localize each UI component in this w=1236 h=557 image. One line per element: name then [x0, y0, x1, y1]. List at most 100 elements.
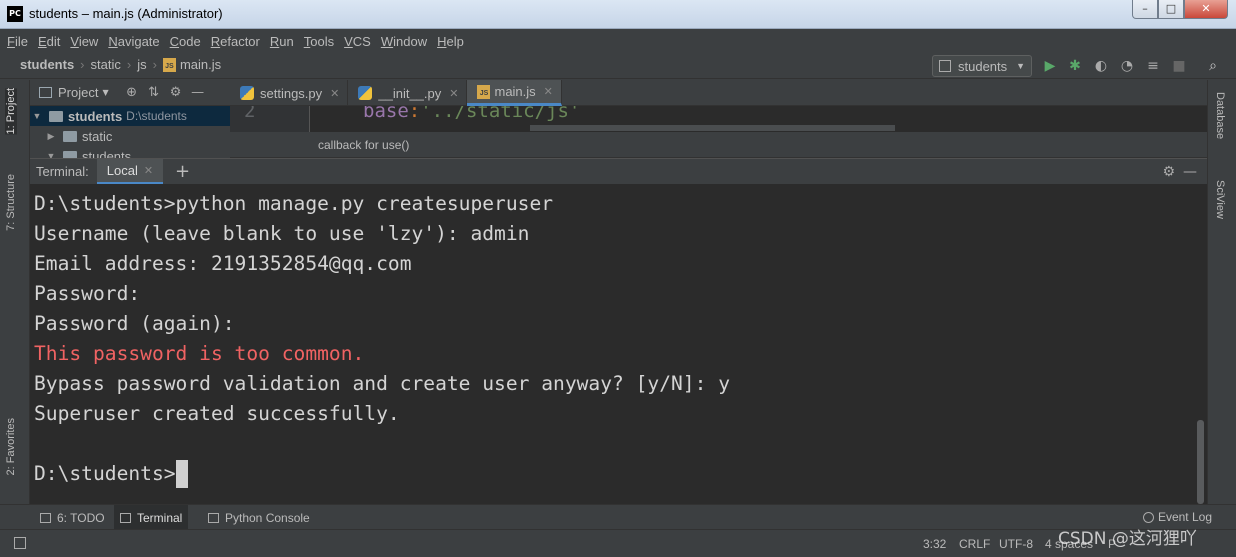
menu-run[interactable]: Run: [270, 34, 294, 49]
stop-icon[interactable]: ■: [1170, 57, 1188, 75]
file-encoding[interactable]: UTF-8: [999, 537, 1033, 551]
tab-init-py[interactable]: __init__.py ✕: [348, 80, 468, 106]
breadcrumb-item-main-js[interactable]: main.js: [180, 57, 221, 72]
hide-panel-icon[interactable]: —: [189, 85, 207, 100]
caret-position[interactable]: 3:32: [923, 537, 946, 551]
collapsed-arrow-icon[interactable]: ▶: [44, 131, 58, 142]
menu-navigate[interactable]: Navigate: [108, 34, 159, 49]
line-number: 2: [244, 106, 256, 122]
code-line[interactable]: base:'../static/js': [363, 106, 580, 122]
close-button[interactable]: ✕: [1184, 0, 1228, 19]
editor-horizontal-scrollbar[interactable]: [530, 125, 895, 131]
tab-label: main.js: [494, 84, 536, 99]
tab-main-js[interactable]: JS main.js ✕: [467, 80, 562, 106]
terminal-tab-label: Local: [106, 162, 138, 178]
breadcrumb-item-js[interactable]: js: [137, 57, 146, 72]
tree-item-students[interactable]: ▼ students: [30, 146, 230, 158]
tab-label: Terminal: [137, 510, 183, 525]
code-string: '../static/js': [420, 106, 581, 122]
tab-label: Python Console: [225, 510, 310, 525]
event-log-button[interactable]: Event Log: [1142, 510, 1212, 524]
terminal-tab-local[interactable]: Local ✕: [96, 158, 164, 185]
project-view-label[interactable]: Project: [58, 85, 98, 100]
expanded-arrow-icon[interactable]: ▼: [30, 111, 44, 121]
menu-vcs[interactable]: VCS: [344, 34, 371, 49]
tab-structure[interactable]: 7: Structure: [5, 174, 17, 231]
tree-item-label: students: [68, 108, 123, 124]
close-tab-icon[interactable]: ✕: [449, 87, 458, 100]
tab-favorites[interactable]: 2: Favorites: [5, 418, 17, 475]
editor-breadcrumb-hint[interactable]: callback for use(): [230, 132, 1207, 158]
csdn-watermark: CSDN @这河狸吖: [1058, 529, 1197, 549]
breadcrumb-item-students[interactable]: students: [20, 57, 74, 72]
menu-refactor[interactable]: Refactor: [211, 34, 260, 49]
coverage-icon[interactable]: ◐: [1092, 57, 1110, 75]
breadcrumb: students › static › js › JS main.js: [20, 57, 221, 72]
terminal-scrollbar[interactable]: [1194, 184, 1207, 504]
tree-item-students-root[interactable]: ▼ students D:\students: [30, 106, 230, 126]
tab-label: settings.py: [260, 85, 323, 101]
terminal-prompt: D:\students>: [34, 462, 176, 485]
project-tree: ▼ students D:\students ▶ static ▼ studen…: [30, 106, 230, 158]
menu-tools[interactable]: Tools: [304, 34, 334, 49]
terminal-output[interactable]: D:\students>python manage.py createsuper…: [30, 184, 1194, 504]
terminal-prompt-line[interactable]: D:\students>: [34, 459, 1194, 489]
project-panel-header: Project ▼ ⊕ ⇅ ⚙ —: [30, 80, 230, 106]
tree-item-path: D:\students: [126, 109, 187, 123]
window-title: students – main.js (Administrator): [29, 6, 223, 21]
tab-python-console[interactable]: Python Console: [202, 505, 316, 530]
tree-item-static[interactable]: ▶ static: [30, 126, 230, 146]
maximize-button[interactable]: □: [1158, 0, 1184, 19]
terminal-cursor: [175, 460, 188, 488]
profile-icon[interactable]: ◔: [1118, 57, 1136, 75]
tool-windows-toggle-icon[interactable]: [14, 537, 26, 549]
tab-terminal[interactable]: Terminal: [114, 505, 189, 530]
tab-todo[interactable]: 6: TODO: [34, 505, 111, 530]
tab-settings-py[interactable]: settings.py ✕: [230, 80, 349, 106]
new-terminal-icon[interactable]: +: [175, 161, 190, 182]
run-icon[interactable]: ▶: [1041, 57, 1059, 75]
breadcrumb-item-static[interactable]: static: [91, 57, 121, 72]
collapse-all-icon[interactable]: ⇅: [145, 85, 163, 100]
tree-item-label: static: [82, 128, 113, 144]
close-tab-icon[interactable]: ✕: [330, 87, 339, 100]
menu-view[interactable]: View: [70, 34, 98, 49]
run-configuration-select[interactable]: students ▼: [932, 55, 1032, 77]
terminal-line: Password:: [34, 282, 141, 305]
menu-window[interactable]: Window: [381, 34, 427, 49]
folder-icon: [63, 130, 77, 142]
menu-help[interactable]: Help: [437, 34, 464, 49]
editor-tabs: settings.py ✕ __init__.py ✕ JS main.js ✕: [230, 80, 1207, 106]
terminal-icon: [120, 512, 131, 523]
hide-panel-icon[interactable]: —: [1183, 164, 1197, 180]
tab-database[interactable]: Database: [1214, 92, 1226, 139]
terminal-line: Bypass password validation and create us…: [34, 372, 730, 395]
python-file-icon: [358, 86, 373, 100]
close-tab-icon[interactable]: ✕: [544, 85, 553, 98]
menu-code[interactable]: Code: [170, 34, 201, 49]
tab-sciview[interactable]: SciView: [1214, 180, 1226, 219]
code-key: base: [363, 106, 409, 122]
chevron-down-icon: ▼: [1016, 61, 1025, 71]
terminal-scrollbar-thumb[interactable]: [1197, 420, 1204, 504]
gear-icon[interactable]: ⚙: [167, 85, 185, 100]
expanded-arrow-icon[interactable]: ▼: [44, 151, 58, 158]
minimize-button[interactable]: –: [1132, 0, 1158, 19]
menu-file[interactable]: File: [7, 34, 28, 49]
chevron-down-icon[interactable]: ▼: [102, 88, 108, 97]
locate-icon[interactable]: ⊕: [123, 85, 141, 100]
editor-gutter: 2: [230, 106, 310, 132]
gear-icon[interactable]: ⚙: [1162, 164, 1175, 180]
project-view-icon: [39, 87, 52, 98]
close-tab-icon[interactable]: ✕: [144, 164, 153, 177]
concurrency-icon[interactable]: ≡: [1144, 57, 1162, 75]
terminal-line: D:\students>python manage.py createsuper…: [34, 192, 554, 215]
js-file-icon: JS: [477, 84, 491, 99]
line-separator[interactable]: CRLF: [959, 537, 990, 551]
menu-edit[interactable]: Edit: [38, 34, 60, 49]
code-editor[interactable]: 2 base:'../static/js': [230, 106, 1207, 132]
terminal-line: Username (leave blank to use 'lzy'): adm…: [34, 222, 530, 245]
search-icon[interactable]: ⌕: [1204, 57, 1222, 75]
tab-project[interactable]: 1: Project: [5, 88, 17, 135]
debug-icon[interactable]: ✱: [1066, 57, 1084, 75]
